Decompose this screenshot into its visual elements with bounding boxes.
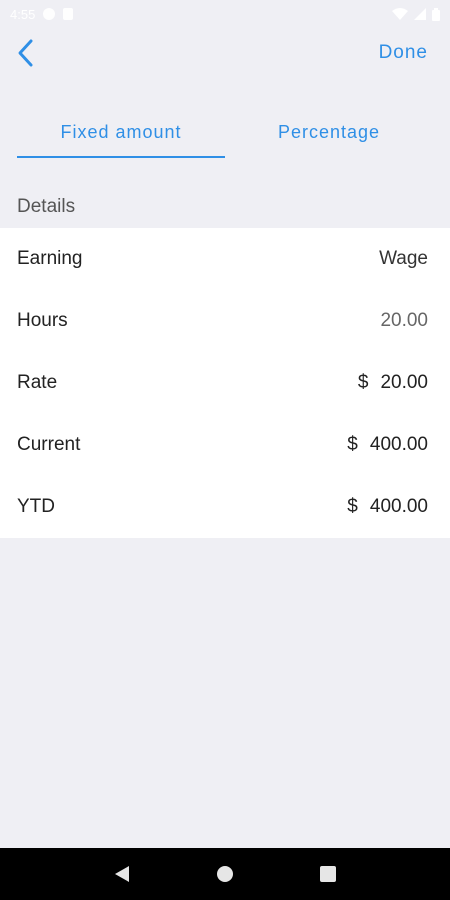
status-right — [392, 7, 440, 21]
sim-icon — [63, 8, 74, 20]
current-label: Current — [17, 434, 81, 455]
tab-fixed-amount[interactable]: Fixed amount — [17, 110, 225, 160]
details-card: Earning Wage Hours 20.00 Rate $ 20.00 Cu… — [0, 228, 450, 538]
rate-amount[interactable]: $ 20.00 — [358, 372, 428, 394]
back-button[interactable] — [8, 34, 42, 72]
done-button[interactable]: Done — [379, 42, 428, 64]
ytd-value: 400.00 — [369, 496, 428, 517]
ytd-amount[interactable]: $ 400.00 — [347, 496, 428, 518]
signal-icon — [414, 8, 426, 20]
tab-bar: Fixed amount Percentage — [0, 110, 450, 160]
ytd-label: YTD — [17, 496, 55, 517]
current-currency: $ — [347, 434, 358, 455]
hours-value[interactable]: 20.00 — [380, 310, 428, 332]
details-section-title: Details — [17, 196, 76, 217]
battery-icon — [432, 7, 440, 21]
detail-row-rate[interactable]: Rate $ 20.00 — [0, 352, 450, 414]
tab-selected-indicator — [17, 156, 225, 158]
detail-row-current[interactable]: Current $ 400.00 — [0, 414, 450, 476]
system-recents-button[interactable] — [308, 854, 348, 894]
triangle-back-icon — [114, 866, 129, 882]
detail-row-hours[interactable]: Hours 20.00 — [0, 290, 450, 352]
hours-label: Hours — [17, 310, 68, 331]
rate-currency: $ — [357, 372, 369, 393]
rate-value: 20.00 — [380, 372, 428, 393]
earning-label: Earning — [17, 248, 83, 269]
wifi-icon — [392, 8, 408, 20]
status-time: 4:55 — [10, 6, 36, 22]
system-back-button[interactable] — [102, 854, 142, 894]
chevron-left-icon — [18, 39, 33, 67]
status-bar: 4:55 — [0, 0, 450, 28]
square-recents-icon — [320, 866, 337, 882]
system-home-button[interactable] — [205, 854, 245, 894]
current-value: 400.00 — [369, 434, 428, 455]
circle-home-icon — [216, 866, 233, 882]
current-amount[interactable]: $ 400.00 — [347, 434, 428, 456]
system-nav-bar — [0, 848, 450, 900]
nav-bar: Done — [0, 30, 450, 76]
ytd-currency: $ — [347, 496, 358, 517]
notification-icon — [43, 8, 56, 20]
status-left: 4:55 — [10, 6, 74, 22]
detail-row-earning[interactable]: Earning Wage — [0, 228, 450, 290]
tab-percentage[interactable]: Percentage — [225, 110, 433, 160]
earning-value: Wage — [379, 248, 428, 269]
detail-row-ytd[interactable]: YTD $ 400.00 — [0, 476, 450, 538]
rate-label: Rate — [17, 372, 58, 393]
